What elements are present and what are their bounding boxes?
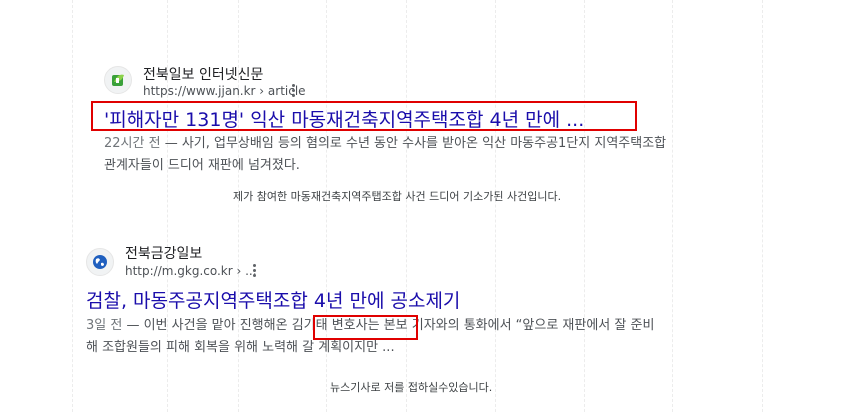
site-url[interactable]: http://m.gkg.co.kr › ... xyxy=(125,264,257,278)
guide-line xyxy=(762,0,763,412)
snippet-highlight: 김기태 변호사는 xyxy=(291,318,380,333)
result-title-link[interactable]: '피해자만 131명' 익산 마동재건축지역주택조합 4년 만에 ... xyxy=(104,105,584,132)
snippet-text: — 이번 사건을 맡아 진행해온 xyxy=(122,318,292,333)
result-time: 3일 전 xyxy=(86,318,123,333)
guide-line xyxy=(672,0,673,412)
site-name[interactable]: 전북금강일보 xyxy=(125,243,202,263)
result-time: 22시간 전 xyxy=(104,136,161,151)
result-snippet: 3일 전 — 이번 사건을 맡아 진행해온 김기태 변호사는 본보 기자와의 통… xyxy=(86,315,654,359)
snippet-text-line2: 관계자들이 드디어 재판에 넘겨졌다. xyxy=(104,158,300,173)
snippet-text: — 사기, 업무상배임 등의 혐의로 수년 동안 수사를 받아온 익산 마동주공… xyxy=(160,136,667,151)
globe-icon[interactable] xyxy=(86,248,114,276)
more-options-icon[interactable] xyxy=(253,264,257,279)
annotation-note: 뉴스기사로 저를 접하실수있습니다. xyxy=(330,381,493,394)
annotation-note: 제가 참여한 마동재건축지역주탭조합 사건 드디어 기소가된 사건입니다. xyxy=(233,190,562,203)
site-url[interactable]: https://www.jjan.kr › article xyxy=(143,84,306,98)
result-title-link[interactable]: 검찰, 마동주공지역주택조합 4년 만에 공소제기 xyxy=(86,286,460,313)
more-options-icon[interactable] xyxy=(292,84,296,99)
site-name[interactable]: 전북일보 인터넷신문 xyxy=(143,64,263,84)
jjan-leaf-icon[interactable] xyxy=(104,66,132,94)
result-snippet: 22시간 전 — 사기, 업무상배임 등의 혐의로 수년 동안 수사를 받아온 … xyxy=(104,133,666,177)
snippet-text-cont: 본보 기자와의 통화에서 “앞으로 재판에서 잘 준비 xyxy=(379,318,655,333)
snippet-text-line2: 해 조합원들의 피해 회복을 위해 노력해 갈 계획이지만 ... xyxy=(86,340,395,355)
guide-line xyxy=(72,0,73,412)
